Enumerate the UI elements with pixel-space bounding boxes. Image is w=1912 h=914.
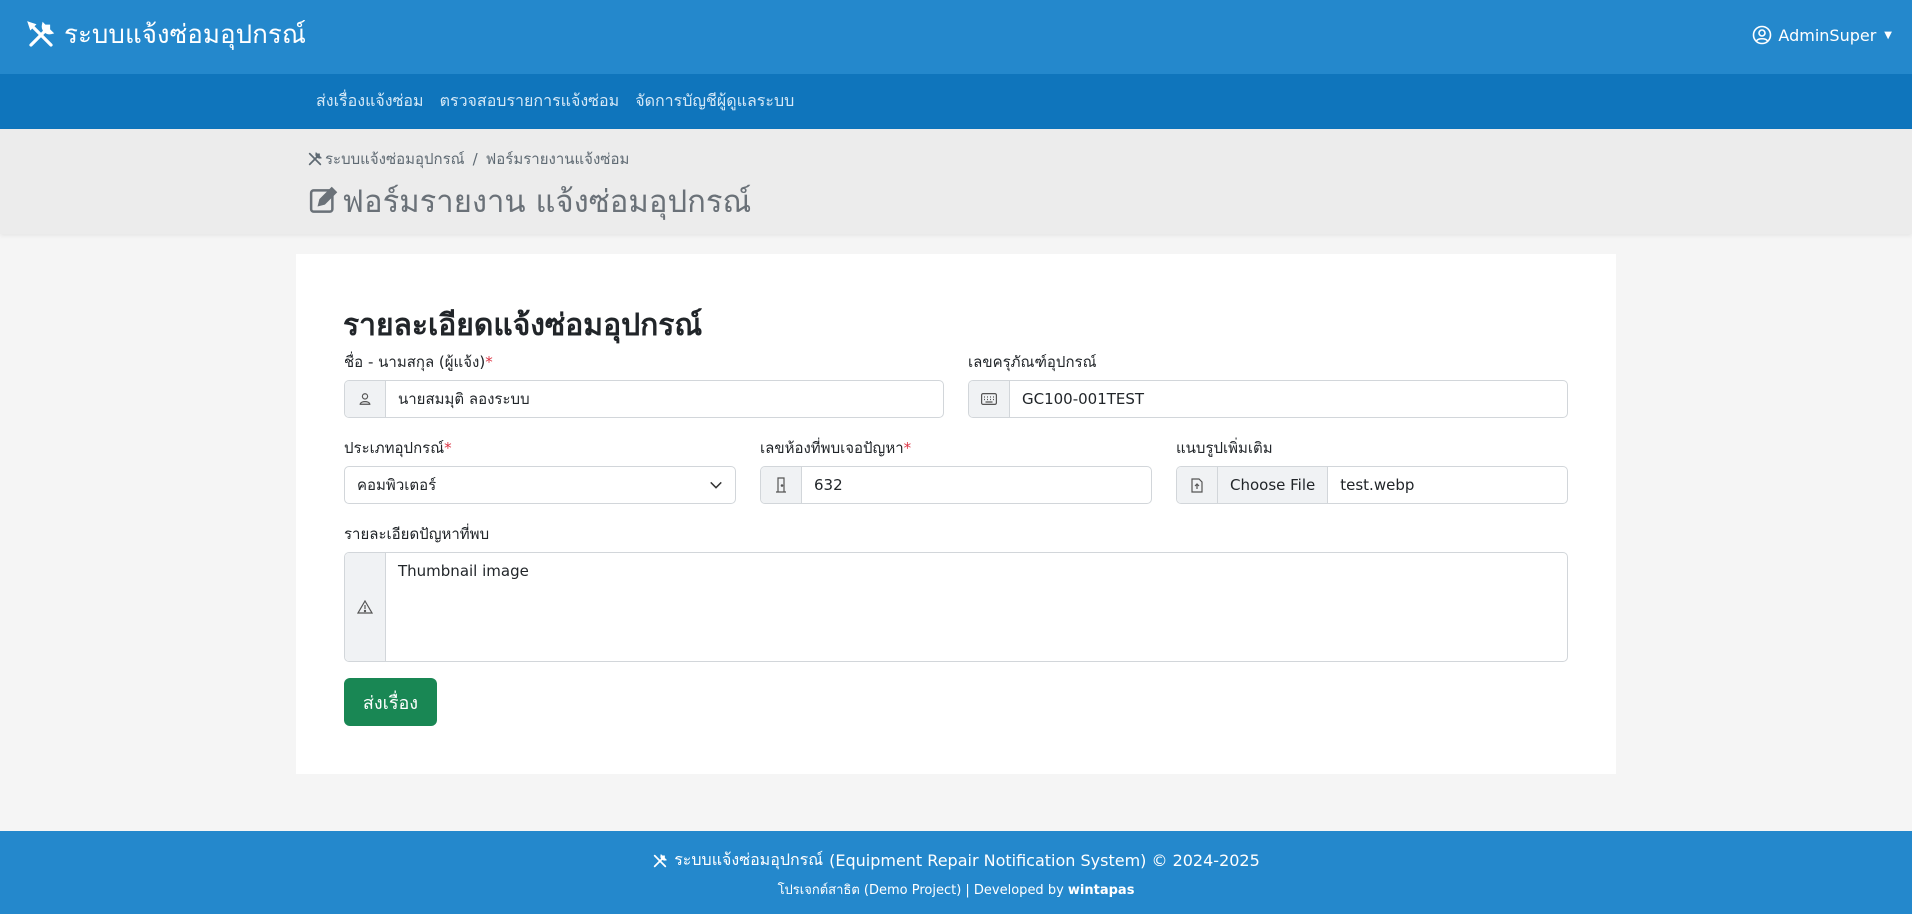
breadcrumb-home[interactable]: ระบบแจ้งซ่อมอุปกรณ์	[325, 147, 465, 171]
type-select[interactable]: คอมพิวเตอร์	[344, 466, 736, 504]
tools-icon	[308, 151, 323, 166]
repair-form-card: รายละเอียดแจ้งซ่อมอุปกรณ์ ชื่อ - นามสกุล…	[296, 254, 1616, 774]
room-label: เลขห้องที่พบเจอปัญหา*	[760, 439, 912, 457]
keyboard-icon	[969, 381, 1010, 417]
nav-check-repairs[interactable]: ตรวจสอบรายการแจ้งซ่อม	[440, 89, 620, 114]
name-label: ชื่อ - นามสกุล (ผู้แจ้ง)*	[344, 353, 493, 371]
warning-icon	[345, 553, 386, 661]
caret-down-icon: ▼	[1884, 29, 1892, 41]
name-input[interactable]: นายสมมุติ ลองระบบ	[386, 381, 943, 417]
type-label: ประเภทอุปกรณ์*	[344, 439, 452, 457]
required-mark: *	[444, 439, 452, 457]
footer: ระบบแจ้งซ่อมอุปกรณ์ (Equipment Repair No…	[0, 831, 1912, 914]
breadcrumb-current: ฟอร์มรายงานแจ้งซ่อม	[485, 150, 630, 168]
footer-line-1: ระบบแจ้งซ่อมอุปกรณ์ (Equipment Repair No…	[0, 848, 1912, 873]
breadcrumb-separator: /	[472, 150, 478, 168]
tools-icon	[27, 21, 55, 47]
page-header: ระบบแจ้งซ่อมอุปกรณ์ / ฟอร์มรายงานแจ้งซ่อ…	[0, 129, 1912, 234]
page-title-text: ฟอร์มรายงาน แจ้งซ่อมอุปกรณ์	[342, 184, 752, 220]
asset-field[interactable]: GC100-001TEST	[968, 380, 1568, 418]
breadcrumb: ระบบแจ้งซ่อมอุปกรณ์ / ฟอร์มรายงานแจ้งซ่อ…	[307, 147, 629, 171]
file-upload-icon	[1177, 467, 1218, 503]
choose-file-button[interactable]: Choose File	[1218, 467, 1329, 503]
edit-icon	[309, 186, 338, 213]
main-nav: ส่งเรื่องแจ้งซ่อม ตรวจสอบรายการแจ้งซ่อม …	[0, 74, 1912, 129]
detail-field[interactable]: Thumbnail image	[344, 552, 1568, 662]
footer-line-2: โปรเจกต์สาธิต (Demo Project) | Developed…	[0, 879, 1912, 900]
user-circle-icon	[1753, 25, 1772, 45]
required-mark: *	[903, 439, 912, 457]
type-selected-value: คอมพิวเตอร์	[357, 476, 437, 494]
footer-credit: โปรเจกต์สาธิต (Demo Project) | Developed…	[777, 883, 1064, 898]
nav-manage-admins[interactable]: จัดการบัญชีผู้ดูแลระบบ	[635, 89, 794, 114]
footer-system-name: (Equipment Repair Notification System) ©…	[829, 851, 1260, 870]
asset-label: เลขครุภัณฑ์อุปกรณ์	[968, 353, 1097, 371]
brand-link[interactable]: ระบบแจ้งซ่อมอุปกรณ์	[26, 17, 306, 53]
room-input[interactable]: 632	[802, 467, 1151, 503]
detail-textarea[interactable]: Thumbnail image	[386, 553, 1567, 661]
asset-input[interactable]: GC100-001TEST	[1010, 381, 1567, 417]
person-icon	[345, 381, 386, 417]
file-name: test.webp	[1340, 476, 1415, 494]
page-title: ฟอร์มรายงาน แจ้งซ่อมอุปกรณ์	[308, 176, 751, 226]
door-icon	[761, 467, 802, 503]
submit-button[interactable]: ส่งเรื่อง	[344, 678, 437, 726]
tools-icon	[654, 853, 668, 867]
chevron-down-icon	[710, 481, 722, 489]
brand-title: ระบบแจ้งซ่อมอุปกรณ์	[64, 20, 306, 50]
file-label: แนบรูปเพิ่มเติม	[1176, 439, 1273, 457]
user-menu[interactable]: AdminSuper ▼	[1752, 25, 1892, 45]
form-heading: รายละเอียดแจ้งซ่อมอุปกรณ์	[343, 308, 703, 343]
footer-brand: ระบบแจ้งซ่อมอุปกรณ์	[674, 850, 824, 869]
top-header: ระบบแจ้งซ่อมอุปกรณ์ AdminSuper ▼	[0, 0, 1912, 74]
name-field[interactable]: นายสมมุติ ลองระบบ	[344, 380, 944, 418]
footer-author[interactable]: wintapas	[1068, 883, 1135, 898]
file-field[interactable]: Choose File test.webp	[1176, 466, 1568, 504]
nav-submit-repair[interactable]: ส่งเรื่องแจ้งซ่อม	[316, 89, 424, 114]
detail-label: รายละเอียดปัญหาที่พบ	[344, 525, 490, 543]
room-field[interactable]: 632	[760, 466, 1152, 504]
user-name: AdminSuper	[1778, 25, 1877, 45]
required-mark: *	[485, 353, 493, 371]
